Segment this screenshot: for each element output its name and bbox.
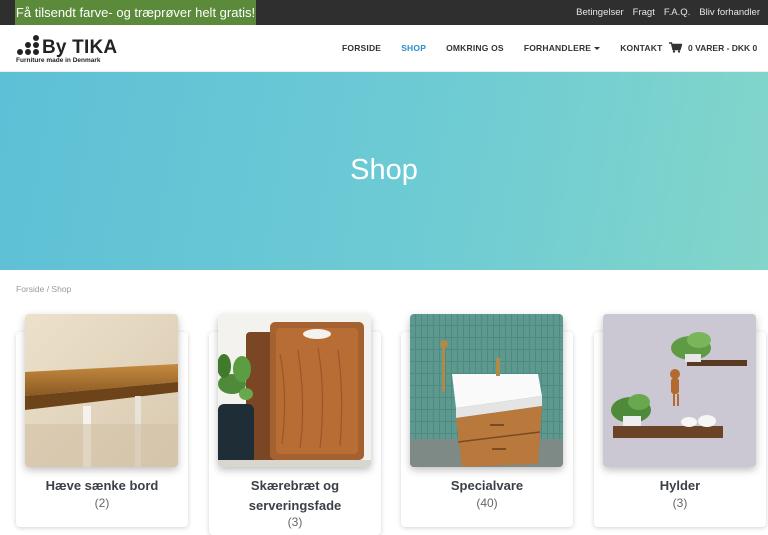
category-image-shelves[interactable] <box>603 314 756 467</box>
nav-item-forhandlere[interactable]: FORHANDLERE <box>523 43 601 53</box>
logo-tagline: Furniture made in Denmark <box>16 57 101 64</box>
category-image-table[interactable] <box>25 314 178 467</box>
category-name[interactable]: Specialvare <box>401 476 573 496</box>
nav-item-omkring-os[interactable]: OMKRING OS <box>446 43 504 53</box>
category-card-haeve-saenke-bord[interactable]: Hæve sænke bord (2) <box>16 314 188 527</box>
top-link-shipping[interactable]: Fragt <box>633 7 655 18</box>
category-count: (3) <box>672 496 688 510</box>
top-links: Betingelser Fragt F.A.Q. Bliv forhandler <box>576 0 760 25</box>
chevron-down-icon <box>594 47 601 51</box>
category-count: (2) <box>94 496 110 510</box>
category-count: (40) <box>476 496 498 510</box>
page-title: Shop <box>350 154 418 186</box>
site-logo[interactable]: By TIKA Furniture made in Denmark <box>16 33 126 67</box>
logo-name: By TIKA <box>42 37 118 58</box>
category-image-bathroom[interactable] <box>410 314 563 467</box>
top-link-conditions[interactable]: Betingelser <box>576 7 624 18</box>
cart-button[interactable]: 0 VARER - DKK 0 <box>669 42 757 53</box>
hero-banner: Shop <box>0 72 768 270</box>
category-name[interactable]: Hylder <box>594 476 766 496</box>
breadcrumb[interactable]: Forside / Shop <box>16 284 71 294</box>
main-nav: FORSIDE SHOP OMKRING OS FORHANDLERE KONT… <box>342 25 683 71</box>
category-name[interactable]: Skærebræt og serveringsfade <box>209 476 381 516</box>
cart-icon <box>669 42 682 53</box>
nav-item-forside[interactable]: FORSIDE <box>342 43 381 53</box>
top-bar: Få tilsendt farve- og træprøver helt gra… <box>0 0 768 25</box>
category-card-specialvare[interactable]: Specialvare (40) <box>401 314 573 527</box>
category-image-cutting-boards[interactable] <box>218 314 371 467</box>
top-link-become-dealer[interactable]: Bliv forhandler <box>699 7 760 18</box>
cart-summary: 0 VARER - DKK 0 <box>688 42 758 53</box>
logo-dots-icon <box>16 35 40 57</box>
nav-item-kontakt[interactable]: KONTAKT <box>620 43 662 53</box>
promo-banner[interactable]: Få tilsendt farve- og træprøver helt gra… <box>15 0 256 25</box>
site-header: By TIKA Furniture made in Denmark FORSID… <box>0 25 768 72</box>
category-card-skaerebraet[interactable]: Skærebræt og serveringsfade (3) <box>209 314 381 535</box>
category-card-hylder[interactable]: Hylder (3) <box>594 314 766 527</box>
top-link-faq[interactable]: F.A.Q. <box>664 7 690 18</box>
category-count: (3) <box>287 515 303 529</box>
nav-item-forhandlere-label: FORHANDLERE <box>523 43 592 53</box>
nav-item-shop[interactable]: SHOP <box>401 43 426 53</box>
category-name[interactable]: Hæve sænke bord <box>16 476 188 496</box>
